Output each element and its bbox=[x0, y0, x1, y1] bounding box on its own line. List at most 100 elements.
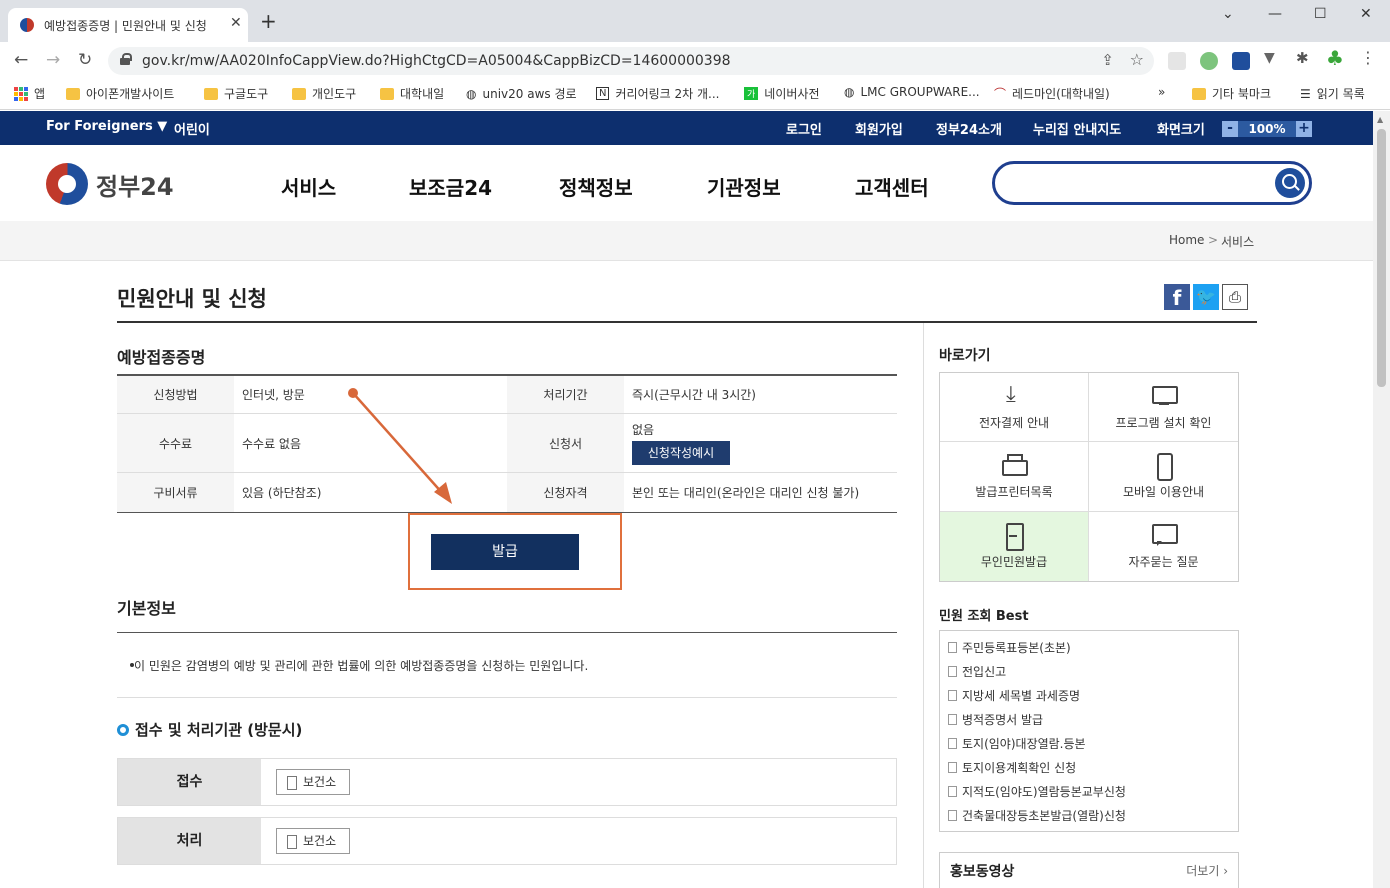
zoom-out-button[interactable]: - bbox=[1222, 121, 1238, 137]
qualification-value: 본인 또는 대리인(온라인은 대리인 신청 불가) bbox=[632, 486, 860, 500]
quick-link-printers[interactable]: 발급프린터목록 bbox=[940, 442, 1089, 512]
bookmark-folder-other[interactable]: 기타 북마크 bbox=[1192, 85, 1271, 102]
back-icon[interactable]: ← bbox=[14, 50, 28, 70]
extension-icon[interactable] bbox=[1200, 52, 1218, 70]
bookmark-link[interactable]: N 커리어링크 2차 개... bbox=[596, 85, 719, 102]
redmine-icon: ⌒ bbox=[994, 87, 1007, 101]
page-scrollbar[interactable]: ▲ bbox=[1373, 111, 1390, 888]
bookmark-folder[interactable]: 아이폰개발사이트 bbox=[66, 85, 174, 102]
list-item[interactable]: 건축물대장등초본발급(열람)신청 bbox=[940, 807, 1238, 831]
zoom-in-button[interactable]: + bbox=[1296, 121, 1312, 137]
nav-agency[interactable]: 기관정보 bbox=[707, 172, 781, 201]
tab-search-icon[interactable]: ⌄ bbox=[1222, 6, 1234, 22]
forward-icon[interactable]: → bbox=[46, 50, 60, 70]
maximize-button[interactable]: ☐ bbox=[1314, 6, 1327, 22]
receive-title-text: 접수 및 처리기관 (방문시) bbox=[135, 721, 303, 739]
share-icon[interactable]: ⇪ bbox=[1101, 51, 1114, 69]
scroll-up-icon[interactable]: ▲ bbox=[1377, 115, 1383, 124]
for-foreigners-link[interactable]: For Foreigners ▼ bbox=[46, 119, 167, 134]
tab-close-icon[interactable]: ✕ bbox=[230, 15, 242, 31]
fee-label: 수수료 bbox=[117, 414, 234, 472]
period-label: 처리기간 bbox=[507, 376, 624, 413]
issue-button[interactable]: 발급 bbox=[431, 534, 579, 570]
quick-link-kiosk[interactable]: 무인민원발급 bbox=[940, 511, 1089, 581]
extension-icon[interactable]: ▼ bbox=[1264, 50, 1282, 68]
bookmark-apps[interactable]: 앱 bbox=[14, 85, 45, 102]
bookmark-link[interactable]: ◍ univ20 aws 경로 bbox=[466, 85, 577, 102]
bookmark-link[interactable]: ◍ LMC GROUPWARE... bbox=[844, 85, 980, 99]
site-logo[interactable]: 정부24 bbox=[46, 163, 174, 205]
reading-list[interactable]: ☰ 읽기 목록 bbox=[1300, 85, 1365, 102]
reload-icon[interactable]: ↻ bbox=[78, 50, 92, 70]
folder-icon bbox=[1192, 87, 1206, 100]
list-item[interactable]: 토지이용계획확인 신청 bbox=[940, 759, 1238, 783]
page-title: 민원안내 및 신청 bbox=[117, 287, 267, 311]
list-item[interactable]: 지방세 세목별 과세증명 bbox=[940, 687, 1238, 711]
lock-icon bbox=[120, 53, 132, 65]
nav-services[interactable]: 서비스 bbox=[281, 172, 336, 201]
window-close-button[interactable]: ✕ bbox=[1360, 6, 1372, 22]
breadcrumb-current[interactable]: 서비스 bbox=[1221, 233, 1254, 250]
bookmark-folder[interactable]: 개인도구 bbox=[292, 85, 356, 102]
address-bar[interactable]: gov.kr/mw/AA020InfoCappView.do?HighCtgCD… bbox=[108, 47, 1154, 75]
new-tab-button[interactable]: + bbox=[260, 11, 277, 31]
reading-list-icon: ☰ bbox=[1300, 86, 1311, 101]
nav-policy[interactable]: 정책정보 bbox=[559, 172, 633, 201]
quick-links-title: 바로가기 bbox=[939, 348, 991, 364]
puzzle-icon[interactable]: ✱ bbox=[1296, 49, 1314, 67]
best-list: 주민등록표등본(초본) 전입신고 지방세 세목별 과세증명 병적증명서 발급 토… bbox=[939, 630, 1239, 832]
quick-link-mobile[interactable]: 모바일 이용안내 bbox=[1089, 442, 1238, 512]
more-link[interactable]: 더보기 › bbox=[1186, 862, 1228, 879]
clover-avatar-icon[interactable]: ♣ bbox=[1326, 46, 1344, 70]
quick-link-faq[interactable]: 자주묻는 질문 bbox=[1089, 512, 1238, 581]
zoom-value: 100% bbox=[1248, 122, 1286, 136]
facebook-share-icon[interactable]: f bbox=[1164, 284, 1190, 310]
search-icon[interactable] bbox=[1275, 168, 1305, 198]
divider bbox=[117, 697, 897, 698]
bookmark-link[interactable]: 가 네이버사전 bbox=[744, 85, 819, 102]
url-text[interactable]: gov.kr/mw/AA020InfoCappView.do?HighCtgCD… bbox=[142, 53, 731, 69]
login-link[interactable]: 로그인 bbox=[786, 119, 822, 138]
about-link[interactable]: 정부24소개 bbox=[936, 119, 1002, 138]
browser-tab[interactable]: 예방접종증명 | 민원안내 및 신청 ✕ bbox=[8, 8, 248, 42]
bookmark-star-icon[interactable]: ☆ bbox=[1130, 50, 1144, 69]
bookmark-overflow[interactable]: » bbox=[1158, 85, 1165, 99]
extension-icon[interactable] bbox=[1232, 52, 1250, 70]
bookmarks-bar: 앱 아이폰개발사이트 구글도구 개인도구 대학내일 ◍ univ20 aws 경로… bbox=[0, 78, 1390, 110]
health-center-tag[interactable]: 보건소 bbox=[276, 828, 350, 854]
list-item[interactable]: 병적증명서 발급 bbox=[940, 711, 1238, 735]
menu-icon[interactable]: ⋮ bbox=[1360, 48, 1378, 67]
extension-icon[interactable] bbox=[1168, 52, 1186, 70]
quick-link-payment[interactable]: 전자결제 안내 bbox=[940, 373, 1089, 443]
monitor-icon bbox=[1151, 384, 1178, 408]
form-example-button[interactable]: 신청작성예시 bbox=[632, 441, 730, 465]
sitemap-link[interactable]: 누리집 안내지도 bbox=[1033, 119, 1121, 138]
bookmark-folder[interactable]: 대학내일 bbox=[380, 85, 444, 102]
health-center-tag[interactable]: 보건소 bbox=[276, 769, 350, 795]
search-input[interactable] bbox=[992, 161, 1312, 205]
minimize-button[interactable]: — bbox=[1268, 6, 1282, 22]
bookmark-link[interactable]: ⌒ 레드마인(대학내일) bbox=[994, 85, 1110, 102]
signup-link[interactable]: 회원가입 bbox=[855, 119, 903, 138]
globe-icon: ◍ bbox=[844, 85, 855, 99]
breadcrumb-home[interactable]: Home bbox=[1169, 233, 1204, 247]
print-icon[interactable]: ⎙ bbox=[1222, 284, 1248, 310]
quick-link-program[interactable]: 프로그램 설치 확인 bbox=[1089, 373, 1238, 443]
table-row: 구비서류 있음 (하단참조) 신청자격 본인 또는 대리인(온라인은 대리인 신… bbox=[117, 473, 897, 512]
twitter-share-icon[interactable]: 🐦 bbox=[1193, 284, 1219, 310]
download-icon bbox=[1001, 382, 1027, 408]
kids-link[interactable]: 어린이 bbox=[174, 119, 210, 138]
list-item[interactable]: 지적도(임야도)열람등본교부신청 bbox=[940, 783, 1238, 807]
bookmark-folder[interactable]: 구글도구 bbox=[204, 85, 268, 102]
method-label: 신청방법 bbox=[117, 376, 234, 413]
nav-subsidy[interactable]: 보조금24 bbox=[409, 172, 492, 201]
list-item[interactable]: 전입신고 bbox=[940, 663, 1238, 687]
process-row: 처리 보건소 bbox=[117, 817, 897, 865]
list-item[interactable]: 주민등록표등본(초본) bbox=[940, 639, 1238, 663]
tab-title: 예방접종증명 | 민원안내 및 신청 bbox=[44, 19, 207, 33]
receive-title: 접수 및 처리기관 (방문시) bbox=[117, 719, 302, 740]
nav-customer[interactable]: 고객센터 bbox=[855, 172, 929, 201]
scrollbar-thumb[interactable] bbox=[1377, 129, 1386, 387]
list-item[interactable]: 토지(임야)대장열람.등본 bbox=[940, 735, 1238, 759]
column-divider bbox=[923, 323, 924, 888]
